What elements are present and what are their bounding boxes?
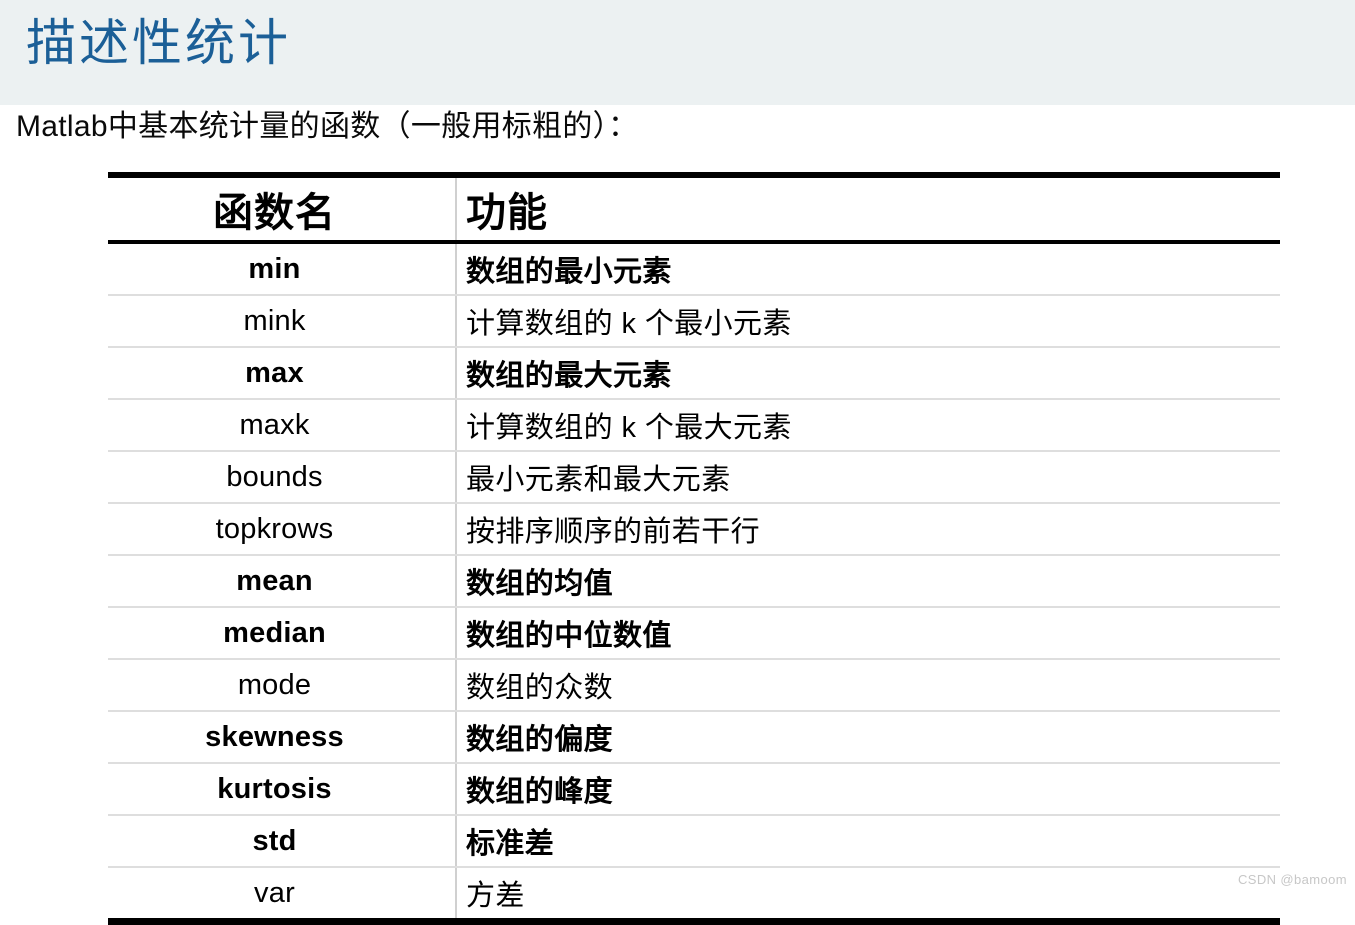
cell-function-name: kurtosis xyxy=(108,763,456,816)
cell-function-name: var xyxy=(254,876,295,909)
function-table: 函数名 功能 min 数组的最小元素 mink 计算数组的 k 个最小元素 max 数组的… xyxy=(108,172,1280,925)
table-row: max 数组的最大元素 xyxy=(108,347,1280,400)
cell-function-name: mode xyxy=(108,659,456,712)
cell-description: 标准差 xyxy=(455,815,1280,868)
cell-description: 计算数组的 k 个最小元素 xyxy=(455,295,1280,348)
cell-function-name: min xyxy=(108,242,456,296)
table-row: mode 数组的众数 xyxy=(108,659,1280,712)
cell-description: 数组的中位数值 xyxy=(455,607,1280,660)
cell-description: 数组的众数 xyxy=(455,659,1280,712)
cell-function-name: bounds xyxy=(108,451,456,504)
cell-description: 最小元素和最大元素 xyxy=(455,451,1280,504)
cell-function-name: mink xyxy=(108,295,456,348)
cell-description: 按排序顺序的前若干行 xyxy=(455,503,1280,556)
cell-description: 计算数组的 k 个最大元素 xyxy=(455,399,1280,452)
cell-description: 数组的偏度 xyxy=(455,711,1280,764)
column-header-function-name: 函数名 xyxy=(108,175,456,244)
table-row: median 数组的中位数值 xyxy=(108,607,1280,660)
function-table-container: 函数名 功能 min 数组的最小元素 mink 计算数组的 k 个最小元素 max 数组的… xyxy=(108,172,1280,925)
cell-function-name: median xyxy=(108,607,456,660)
cell-description: 数组的最小元素 xyxy=(455,242,1280,296)
table-row: kurtosis 数组的峰度 xyxy=(108,763,1280,816)
table-row: maxk 计算数组的 k 个最大元素 xyxy=(108,399,1280,452)
table-header: 函数名 功能 xyxy=(108,175,1280,244)
table-row: mean 数组的均值 xyxy=(108,555,1280,608)
table-row: skewness 数组的偏度 xyxy=(108,711,1280,764)
title-banner: 描述性统计 xyxy=(0,0,1355,105)
table-row: min 数组的最小元素 xyxy=(108,242,1280,296)
cell-function-name: maxk xyxy=(108,399,456,452)
table-row: bounds 最小元素和最大元素 xyxy=(108,451,1280,504)
table-row: mink 计算数组的 k 个最小元素 xyxy=(108,295,1280,348)
cell-function-name: topkrows xyxy=(108,503,456,556)
cell-function-name: skewness xyxy=(108,711,456,764)
table-body: min 数组的最小元素 mink 计算数组的 k 个最小元素 max 数组的最大元素 max… xyxy=(108,242,1280,922)
table-row: var 方差 xyxy=(108,867,1280,922)
subtitle-text: Matlab中基本统计量的函数（一般用标粗的）： xyxy=(16,110,639,143)
column-header-description: 功能 xyxy=(455,175,1280,244)
cell-description: 方差 xyxy=(455,867,1280,922)
cell-description: 数组的均值 xyxy=(455,555,1280,608)
table-row: std 标准差 xyxy=(108,815,1280,868)
page-title: 描述性统计 xyxy=(26,15,291,71)
csdn-watermark: CSDN @bamoom xyxy=(1237,872,1347,887)
cell-description: 数组的最大元素 xyxy=(455,347,1280,400)
cell-description: 数组的峰度 xyxy=(455,763,1280,816)
table-header-row: 函数名 功能 xyxy=(108,175,1280,244)
cell-function-name: mean xyxy=(108,555,456,608)
cell-function-name: std xyxy=(108,815,456,868)
cell-function-name: max xyxy=(108,347,456,400)
table-row: topkrows 按排序顺序的前若干行 xyxy=(108,503,1280,556)
